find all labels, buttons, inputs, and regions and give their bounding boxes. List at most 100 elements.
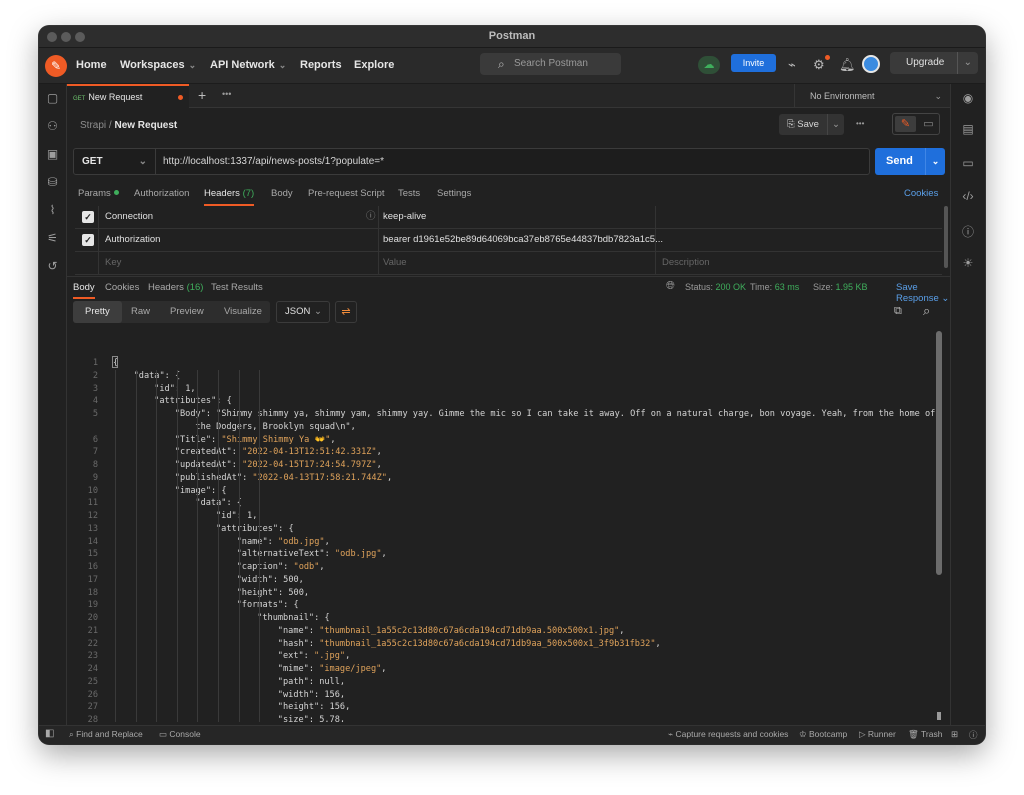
wrap-lines-icon[interactable]: ⇌ <box>335 301 357 323</box>
url-input[interactable]: http://localhost:1337/api/news-posts/1?p… <box>163 149 384 174</box>
search-input[interactable]: ⌕ Search Postman <box>480 53 621 75</box>
line-number: 17 <box>87 574 98 585</box>
view-raw[interactable]: Raw <box>121 301 160 323</box>
search-icon[interactable]: ⌕ <box>923 303 930 319</box>
cookies-link[interactable]: Cookies <box>904 188 938 199</box>
postman-logo-icon[interactable]: ✎ <box>45 55 67 77</box>
nav-api-network[interactable]: API Network ⌄ <box>210 59 286 71</box>
size-value: 1.95 KB <box>835 282 868 292</box>
monitors-icon[interactable]: ⌇ <box>39 203 66 217</box>
header-enabled-checkbox[interactable]: ✓ <box>82 234 94 246</box>
header-key[interactable]: Connection <box>105 206 153 228</box>
bootcamp-button[interactable]: ♔ Bootcamp <box>799 729 847 740</box>
info-icon[interactable]: ⓘ <box>951 223 985 240</box>
headers-scrollbar[interactable] <box>944 206 948 268</box>
nav-workspaces[interactable]: Workspaces ⌄ <box>120 59 196 71</box>
apis-icon[interactable]: ⚇ <box>39 119 66 133</box>
status-readout[interactable]: Status: 200 OK <box>685 282 746 292</box>
capture-label: Capture requests and cookies <box>675 729 789 739</box>
save-response-button[interactable]: Save Response ⌄ <box>896 282 950 304</box>
globe-icon[interactable]: 🌐︎ <box>666 280 675 293</box>
comment-icon[interactable]: ▭ <box>918 116 939 132</box>
avatar[interactable] <box>862 55 880 73</box>
invite-button[interactable]: Invite <box>731 54 776 72</box>
sidebar-toggle-icon[interactable]: ◧ <box>45 728 54 739</box>
satellite-icon[interactable]: ⌁ <box>788 56 796 74</box>
history-icon[interactable]: ↺ <box>39 259 66 273</box>
fold-marker-icon[interactable] <box>112 356 118 368</box>
line-number: 25 <box>87 676 98 687</box>
key-placeholder[interactable]: Key <box>105 252 121 274</box>
find-replace-button[interactable]: ⌕ Find and Replace <box>69 729 143 740</box>
tab-prerequest-script[interactable]: Pre-request Script <box>308 188 385 199</box>
header-key[interactable]: Authorization <box>105 229 160 251</box>
tab-tests[interactable]: Tests <box>398 188 420 199</box>
environments-icon[interactable]: ▣ <box>39 147 66 161</box>
time-readout[interactable]: Time: 63 ms <box>750 282 799 292</box>
settings-gear-icon[interactable]: ⚙ <box>813 56 825 74</box>
tab-authorization[interactable]: Authorization <box>134 188 189 199</box>
header-value[interactable]: bearer d1961e52be89d64069bca37eb8765e448… <box>383 229 663 251</box>
size-readout[interactable]: Size: 1.95 KB <box>813 282 868 292</box>
view-pretty[interactable]: Pretty <box>73 301 122 323</box>
top-navigation: ✎ Home Workspaces ⌄ API Network ⌄ Reports … <box>39 48 985 84</box>
runner-button[interactable]: ▷ Runner <box>859 729 896 740</box>
environment-select[interactable]: No Environment ⌄ <box>794 84 950 108</box>
resp-tab-body[interactable]: Body <box>73 282 95 299</box>
tab-params[interactable]: Params <box>78 188 119 199</box>
more-options-icon[interactable]: ••• <box>856 119 864 128</box>
flows-icon[interactable]: ⚟ <box>39 231 66 245</box>
view-preview[interactable]: Preview <box>160 301 214 323</box>
unsaved-dot <box>178 95 183 100</box>
capture-button[interactable]: ⌁ Capture requests and cookies <box>668 729 788 740</box>
sync-status-icon[interactable]: ☁ <box>698 56 720 74</box>
bell-icon[interactable]: 🔔︎ <box>839 56 856 74</box>
value-placeholder[interactable]: Value <box>383 252 407 274</box>
header-enabled-checkbox[interactable]: ✓ <box>82 211 94 223</box>
breadcrumb-collection[interactable]: Strapi <box>80 120 106 131</box>
help-icon[interactable]: ⓘ <box>969 729 978 741</box>
eye-icon[interactable]: ◉ <box>951 91 985 105</box>
tab-settings[interactable]: Settings <box>437 188 471 199</box>
trash-button[interactable]: 🗑︎ Trash <box>908 729 942 740</box>
chevron-down-icon[interactable]: ⌄ <box>956 52 972 74</box>
add-tab-icon[interactable]: + <box>198 87 206 103</box>
chevron-down-icon[interactable]: ⌄ <box>925 148 945 175</box>
editor-scrollbar[interactable] <box>936 331 942 575</box>
resp-tab-cookies[interactable]: Cookies <box>105 282 139 293</box>
resp-tab-test-results[interactable]: Test Results <box>211 282 263 293</box>
upgrade-button[interactable]: Upgrade ⌄ <box>890 52 978 74</box>
info-icon[interactable]: ⓘ <box>366 206 376 228</box>
nav-explore[interactable]: Explore <box>354 59 394 71</box>
copy-icon[interactable]: ⧉ <box>894 305 902 318</box>
tab-body[interactable]: Body <box>271 188 293 199</box>
response-body-editor[interactable]: 1{2 "data": {3 "id": 1, 4 "attributes": {5 "B… <box>73 330 943 722</box>
header-value[interactable]: keep-alive <box>383 206 426 228</box>
save-button[interactable]: ⎘ Save ⌄ <box>779 114 844 135</box>
documentation-icon[interactable]: ▤ <box>951 122 985 136</box>
resp-tab-headers[interactable]: Headers (16) <box>148 282 203 293</box>
tab-headers[interactable]: Headers (7) <box>204 188 255 206</box>
tab-options-icon[interactable]: ••• <box>222 89 231 99</box>
lightbulb-icon[interactable]: ☀ <box>951 256 985 270</box>
nav-reports[interactable]: Reports <box>300 59 342 71</box>
collections-icon[interactable]: ▢ <box>39 91 66 105</box>
layout-toggle-icon[interactable]: ⊞ <box>951 729 958 740</box>
edit-pencil-icon[interactable]: ✎ <box>895 116 916 132</box>
send-button[interactable]: Send ⌄ <box>875 148 945 175</box>
method-select[interactable]: GET ⌄ <box>74 149 156 174</box>
format-select[interactable]: JSON ⌄ <box>276 301 330 323</box>
description-placeholder[interactable]: Description <box>662 252 710 274</box>
breadcrumb-request[interactable]: New Request <box>114 120 177 131</box>
code-icon[interactable]: ‹/› <box>951 189 985 203</box>
column-divider <box>378 206 379 275</box>
code-text: "caption": "odb", <box>237 562 325 572</box>
mock-servers-icon[interactable]: ⛁ <box>39 175 66 189</box>
view-visualize[interactable]: Visualize <box>214 301 272 323</box>
chevron-down-icon[interactable]: ⌄ <box>827 114 844 135</box>
console-button[interactable]: ▭ Console <box>159 729 201 740</box>
comments-icon[interactable]: ▭ <box>951 156 985 170</box>
nav-home[interactable]: Home <box>76 59 107 71</box>
tab-new-request[interactable]: GET New Request <box>67 84 189 108</box>
line-number: 27 <box>87 702 98 713</box>
